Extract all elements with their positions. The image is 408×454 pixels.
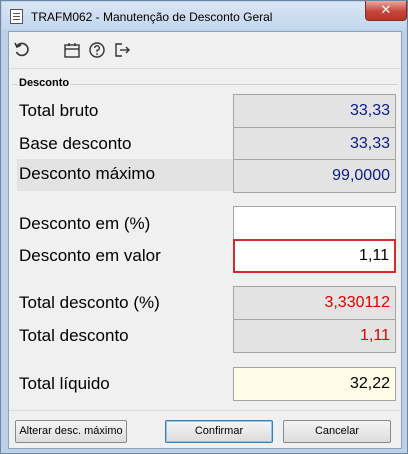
group-label: Desconto (17, 77, 72, 89)
title-bar[interactable]: TRAFM062 - Manutenção de Desconto Geral (2, 2, 406, 30)
confirmar-button[interactable]: Confirmar (165, 420, 273, 443)
window-title: TRAFM062 - Manutenção de Desconto Geral (31, 10, 273, 24)
total-desconto-field: 1,11 (233, 319, 396, 353)
base-desconto-field: 33,33 (233, 127, 396, 161)
cancelar-button[interactable]: Cancelar (283, 420, 391, 443)
toolbar-divider (9, 68, 401, 69)
dialog-client-area: Desconto Total bruto 33,33 Base desconto… (8, 31, 402, 449)
total-bruto-label: Total bruto (19, 101, 99, 120)
desconto-maximo-field: 99,0000 (233, 159, 396, 193)
desconto-valor-label: Desconto em valor (19, 246, 161, 265)
desconto-valor-input[interactable]: 1,11 (233, 239, 396, 273)
total-liquido-field: 32,22 (233, 367, 396, 401)
desconto-pct-input[interactable] (233, 206, 396, 240)
undo-icon[interactable] (13, 41, 31, 59)
help-icon[interactable] (88, 41, 106, 59)
exit-icon[interactable] (113, 41, 131, 59)
document-icon (10, 9, 23, 24)
button-bar-divider (9, 410, 401, 411)
calendar-icon[interactable] (63, 41, 81, 59)
dialog-window: TRAFM062 - Manutenção de Desconto Geral … (0, 0, 408, 454)
base-desconto-label: Base desconto (19, 134, 132, 153)
total-bruto-field: 33,33 (233, 94, 396, 128)
desconto-maximo-label: Desconto máximo (19, 164, 156, 183)
desconto-pct-label: Desconto em (%) (19, 214, 151, 233)
total-desconto-pct-label: Total desconto (%) (19, 293, 160, 312)
total-desconto-label: Total desconto (19, 326, 129, 345)
total-liquido-label: Total líquido (19, 374, 110, 393)
toolbar (9, 32, 401, 68)
total-desconto-pct-field: 3,330112 (233, 286, 396, 320)
close-button[interactable]: ✕ (365, 1, 407, 21)
alterar-desc-maximo-button[interactable]: Alterar desc. máximo (15, 420, 127, 443)
